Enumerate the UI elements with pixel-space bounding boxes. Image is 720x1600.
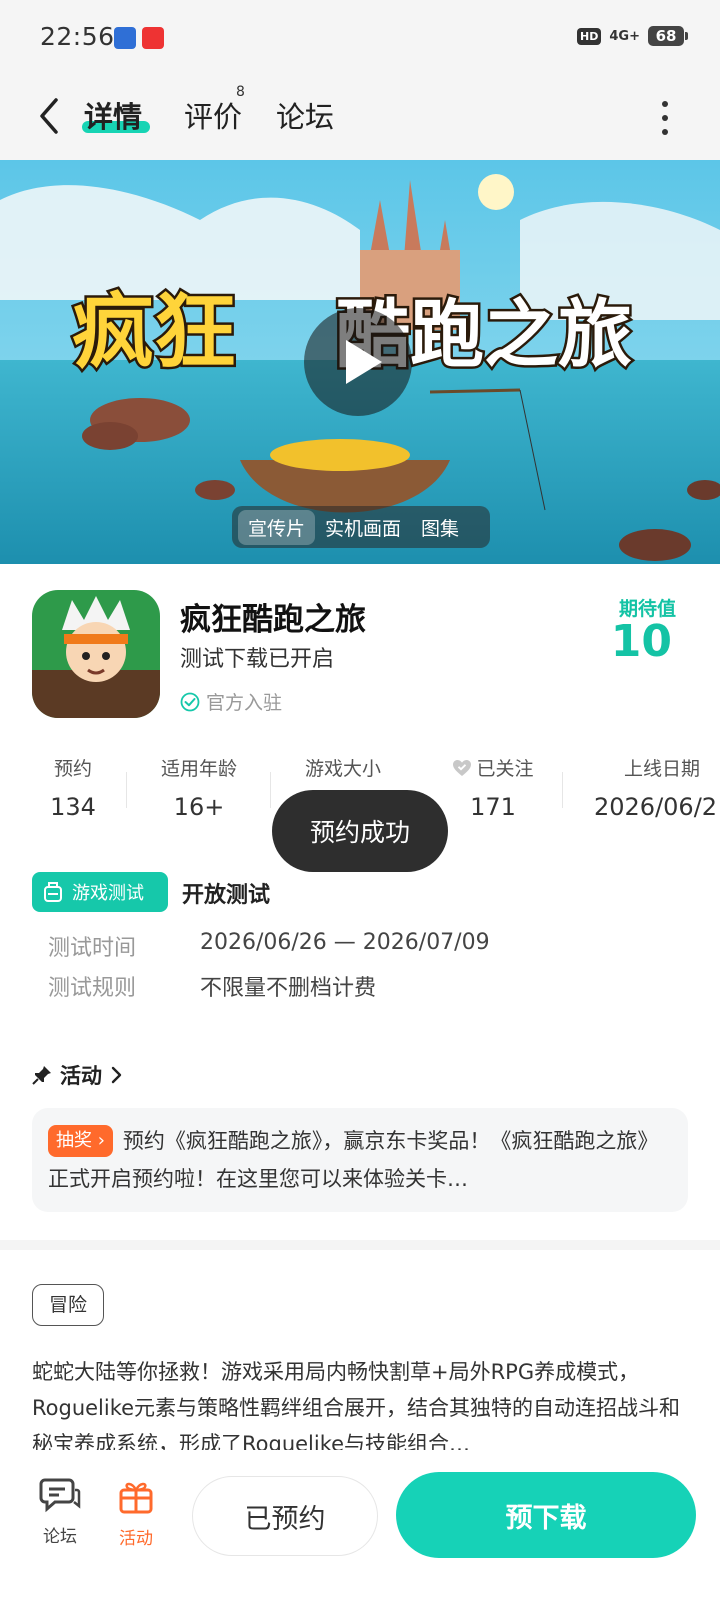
media-tab-trailer[interactable]: 宣传片 [238,509,316,545]
official-label: 官方入驻 [206,692,283,714]
chevron-right-icon [111,1066,122,1084]
test-rule-label: 测试规则 [48,976,137,1001]
predownload-button[interactable]: 预下载 [396,1472,696,1558]
game-title: 疯狂酷跑之旅 [180,602,366,638]
stat-divider [270,772,271,808]
battery-icon: 68 [648,26,688,46]
expectation-value: 10 [610,616,672,667]
stat-divider [126,772,127,808]
test-time-value: 2026/06/26 — 2026/07/09 [200,930,490,955]
more-options-icon[interactable] [660,98,670,138]
stat-reservations: 预约 134 [50,758,96,821]
game-icon [32,590,160,718]
activity-title: 活动 [60,1064,102,1088]
tab-detail[interactable]: 详情 [84,94,142,136]
stat-game-size: 游戏大小 [304,758,381,780]
stat-launch-date: 上线日期 2026/06/2 [594,758,718,821]
game-subtitle: 测试下载已开启 [180,647,335,672]
game-test-badge: 游戏测试 [32,872,168,912]
section-divider [0,1240,720,1250]
toast-message: 预约成功 [272,790,448,872]
pin-icon [32,1066,51,1085]
heart-check-icon [453,759,472,776]
lottery-badge: 抽奖 › [48,1125,113,1157]
stat-age-rating: 适用年龄 16+ [160,758,237,821]
play-icon[interactable] [304,308,412,416]
test-type: 开放测试 [182,883,271,908]
back-icon[interactable] [32,92,68,140]
video-banner[interactable]: 疯狂 酷跑之旅 [0,160,720,564]
tab-review[interactable]: 评价 [184,94,242,136]
notification-app-icon [142,27,164,49]
media-tab-bar: 宣传片 实机画面 图集 [232,506,490,548]
test-tube-icon [44,882,62,902]
header: 详情 评价 8 论坛 [0,76,720,160]
genre-tag[interactable]: 冒险 [32,1284,104,1326]
status-bar: 22:56 HD 4G+ 68 [0,0,720,76]
status-time: 22:56 [40,22,115,51]
hd-icon: HD [577,27,602,45]
stat-divider [562,772,563,808]
forum-icon [39,1478,81,1513]
official-badge: 官方入驻 [180,688,282,715]
forum-nav-button[interactable]: 论坛 [30,1476,90,1547]
activity-header[interactable]: 活动 [32,1060,124,1090]
media-tab-gameplay[interactable]: 实机画面 [315,510,411,545]
activity-card[interactable]: 抽奖 › 预约《疯狂酷跑之旅》，赢京东卡奖品！《疯狂酷跑之旅》正式开启预约啦！在这… [32,1108,688,1212]
stat-followers[interactable]: 已关注 171 [450,754,536,821]
signal-icon: 4G+ [609,28,640,44]
bottom-action-bar: 论坛 活动 已预约 预下载 [0,1450,720,1600]
verified-icon [180,692,200,711]
booked-button[interactable]: 已预约 [192,1476,378,1556]
gift-icon [119,1482,153,1514]
test-rule-value: 不限量不删档计费 [200,976,377,1001]
tab-forum[interactable]: 论坛 [276,94,334,136]
activity-nav-button[interactable]: 活动 [106,1476,166,1549]
svg-text:疯狂: 疯狂 [72,285,236,380]
notification-app-icon [114,27,136,49]
game-description[interactable]: 蛇蛇大陆等你拯救！游戏采用局内畅快割草+局外RPG养成模式，Roguelike元… [32,1354,688,1462]
media-tab-gallery[interactable]: 图集 [411,510,469,545]
review-count-badge: 8 [236,84,245,100]
activity-text: 预约《疯狂酷跑之旅》，赢京东卡奖品！《疯狂酷跑之旅》正式开启预约啦！在这里您可以… [48,1129,659,1191]
test-time-label: 测试时间 [48,936,137,961]
